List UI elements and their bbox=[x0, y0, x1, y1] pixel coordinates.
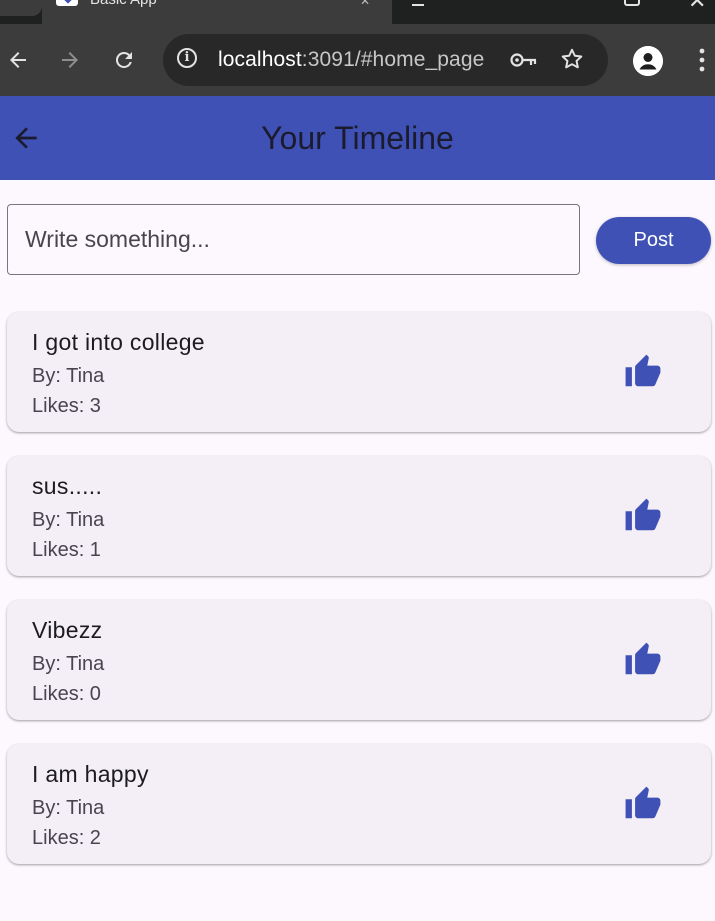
browser-back-icon bbox=[10, 52, 26, 68]
browser-tabstrip-empty bbox=[392, 0, 715, 24]
browser-forward-button[interactable] bbox=[52, 42, 88, 78]
post-text: I am happy bbox=[32, 761, 149, 787]
post-text: sus..... bbox=[32, 473, 103, 499]
browser-tab-previous[interactable] bbox=[0, 0, 42, 16]
reload-icon bbox=[115, 51, 132, 68]
post-author: By: Tina bbox=[32, 365, 105, 387]
browser-forward-icon bbox=[62, 52, 78, 68]
post-text: I got into college bbox=[32, 329, 205, 355]
post-author: By: Tina bbox=[32, 509, 105, 531]
address-url[interactable]: localhost:3091/#home_page bbox=[218, 48, 484, 72]
password-key-icon[interactable] bbox=[509, 48, 539, 72]
site-info-icon[interactable]: i bbox=[177, 48, 197, 68]
like-button[interactable] bbox=[619, 348, 667, 396]
browser-toolbar: i localhost:3091/#home_page bbox=[0, 24, 715, 96]
browser-reload-button[interactable] bbox=[106, 42, 142, 78]
post-author: By: Tina bbox=[32, 797, 105, 819]
like-button[interactable] bbox=[619, 492, 667, 540]
post-button[interactable]: Post bbox=[596, 217, 711, 264]
browser-menu-icon[interactable] bbox=[692, 46, 712, 74]
window-close-icon[interactable]: ✕ bbox=[688, 0, 706, 12]
new-tab-icon[interactable] bbox=[412, 0, 424, 6]
window-maximize-icon[interactable] bbox=[624, 0, 640, 6]
app-bar: Your Timeline bbox=[0, 96, 715, 180]
favicon-icon bbox=[56, 0, 78, 6]
timeline-list: I got into college By: Tina Likes: 3 sus… bbox=[7, 312, 711, 888]
post-text-input[interactable] bbox=[7, 204, 580, 275]
post-likes: Likes: 3 bbox=[32, 395, 101, 417]
address-bar[interactable]: i localhost:3091/#home_page bbox=[163, 34, 608, 86]
browser-tab-strip: Basic App ✕ ✕ bbox=[0, 0, 715, 24]
post-likes: Likes: 2 bbox=[32, 827, 101, 849]
bookmark-star-icon[interactable] bbox=[559, 46, 585, 72]
browser-back-button[interactable] bbox=[0, 42, 36, 78]
post-card: I got into college By: Tina Likes: 3 bbox=[7, 312, 711, 432]
like-button[interactable] bbox=[619, 636, 667, 684]
post-card: sus..... By: Tina Likes: 1 bbox=[7, 456, 711, 576]
person-icon bbox=[633, 46, 663, 76]
thumb-up-icon bbox=[625, 642, 661, 675]
thumb-up-icon bbox=[625, 786, 661, 819]
tab-close-icon[interactable]: ✕ bbox=[360, 0, 370, 8]
post-author: By: Tina bbox=[32, 653, 105, 675]
post-card: I am happy By: Tina Likes: 2 bbox=[7, 744, 711, 864]
thumb-up-icon bbox=[625, 354, 661, 387]
url-path: :3091/#home_page bbox=[301, 48, 485, 71]
url-host: localhost bbox=[218, 48, 302, 71]
like-button[interactable] bbox=[619, 780, 667, 828]
post-text: Vibezz bbox=[32, 617, 103, 643]
post-card: Vibezz By: Tina Likes: 0 bbox=[7, 600, 711, 720]
post-likes: Likes: 1 bbox=[32, 539, 101, 561]
profile-avatar-icon[interactable] bbox=[633, 46, 663, 76]
page-title: Your Timeline bbox=[261, 120, 454, 156]
browser-tab-title: Basic App bbox=[90, 0, 157, 8]
post-likes: Likes: 0 bbox=[32, 683, 101, 705]
thumb-up-icon bbox=[625, 498, 661, 531]
